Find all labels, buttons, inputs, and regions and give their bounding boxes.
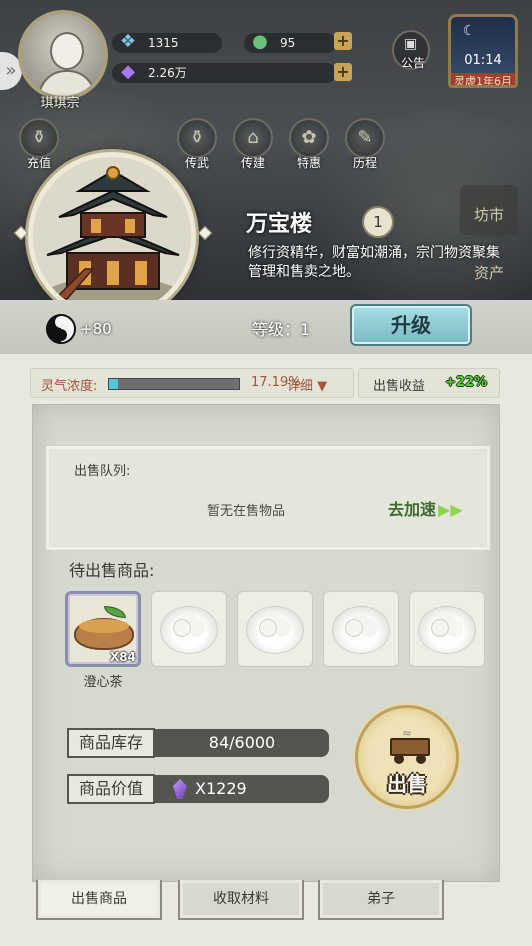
purple-gem-icon bbox=[173, 779, 187, 799]
empty-item-slot[interactable] bbox=[151, 591, 227, 667]
stock-row: 商品库存 84/6000 bbox=[67, 728, 329, 758]
building-level: 等级：1 bbox=[252, 320, 311, 339]
aura-concentration-box: 灵气浓度: 17.19% 详细 ▼ bbox=[30, 368, 354, 398]
item-count: X84 bbox=[110, 650, 136, 664]
building-description: 修行资精华，财富如潮涌，宗门物资聚集管理和售卖之地。 bbox=[248, 245, 500, 280]
clock-time: 01:14 bbox=[464, 53, 502, 68]
tab-disciples[interactable]: 弟子 bbox=[318, 880, 444, 920]
sell-queue-title: 出售队列: bbox=[74, 464, 131, 479]
empty-plate-icon bbox=[246, 606, 304, 654]
sect-avatar[interactable] bbox=[18, 10, 108, 100]
empty-item-slot[interactable] bbox=[409, 591, 485, 667]
speed-up-button[interactable]: 去加速 ▶▶ bbox=[388, 496, 463, 520]
add-jade-coin-button[interactable]: + bbox=[334, 32, 352, 50]
scroll-icon: ✎ bbox=[345, 118, 385, 158]
tab-sell-items[interactable]: 出售商品 bbox=[36, 880, 162, 920]
shortcut-journey[interactable]: ✎ 历程 bbox=[342, 118, 388, 174]
tea-bowl-icon bbox=[74, 604, 134, 650]
shortcut-recharge[interactable]: ⚱ 充值 bbox=[16, 118, 62, 174]
stock-value: 84/6000 bbox=[208, 733, 276, 752]
pending-items-title: 待出售商品: bbox=[69, 561, 155, 580]
jade-coin-icon: ● bbox=[252, 31, 268, 52]
empty-plate-icon bbox=[160, 606, 218, 654]
cart-icon: ≈ bbox=[388, 726, 432, 764]
shortcut-building[interactable]: ⌂ 传建 bbox=[230, 118, 276, 174]
aura-label: 灵气浓度: bbox=[41, 379, 98, 394]
sell-income-bonus: +22% bbox=[445, 375, 488, 390]
shop-panel: 出售队列: 暂无在售物品 去加速 ▶▶ 待出售商品: X84 澄心茶 商品库存 8… bbox=[32, 404, 500, 882]
sell-income-label: 出售收益 bbox=[373, 379, 426, 394]
qi-bonus: +80 bbox=[80, 320, 112, 338]
add-purple-gem-button[interactable]: + bbox=[334, 63, 352, 81]
moon-icon: ☾ bbox=[463, 23, 476, 39]
building-title: 万宝楼 bbox=[246, 212, 313, 237]
gourd-icon: ⚱ bbox=[177, 118, 217, 158]
upgrade-button[interactable]: 升级 bbox=[350, 304, 472, 346]
gourd-icon: ⚱ bbox=[19, 118, 59, 158]
gift-icon: ✿ bbox=[289, 118, 329, 158]
yin-yang-icon bbox=[46, 314, 76, 344]
sell-queue: 出售队列: 暂无在售物品 去加速 ▶▶ bbox=[45, 445, 491, 551]
pagoda-icon bbox=[33, 157, 191, 315]
item-name: 澄心茶 bbox=[83, 675, 123, 690]
resource-spirit-stone: ❖ 1315 bbox=[112, 31, 222, 53]
stock-label: 商品库存 bbox=[67, 728, 155, 758]
sell-button[interactable]: ≈ 出售 bbox=[355, 705, 459, 809]
value-label: 商品价值 bbox=[67, 774, 155, 804]
empty-item-slot[interactable] bbox=[323, 591, 399, 667]
building-portrait bbox=[28, 152, 196, 320]
aura-detail-dropdown[interactable]: 详细 ▼ bbox=[287, 375, 327, 394]
value-amount: X1229 bbox=[195, 779, 247, 798]
empty-item-slot[interactable] bbox=[237, 591, 313, 667]
pavilion-icon: ⌂ bbox=[233, 118, 273, 158]
empty-plate-icon bbox=[418, 606, 476, 654]
spirit-stone-icon: ❖ bbox=[119, 31, 137, 52]
empty-plate-icon bbox=[332, 606, 390, 654]
aura-progress-fill bbox=[109, 379, 119, 389]
tab-collect-materials[interactable]: 收取材料 bbox=[178, 880, 304, 920]
clock-date: 灵虚1年6月 bbox=[451, 73, 515, 85]
resource-purple-gem: ◆ 2.26万 bbox=[112, 61, 336, 83]
shortcut-martial-arts[interactable]: ⚱ 传武 bbox=[174, 118, 220, 174]
aura-progress-bar bbox=[108, 378, 240, 390]
building-level-badge: 1 bbox=[362, 206, 394, 238]
level-row: +80 等级：1 升级 bbox=[0, 300, 532, 354]
double-arrow-icon: ▶▶ bbox=[438, 500, 463, 519]
sect-name: 琪琪宗 bbox=[40, 96, 80, 111]
purple-gem-icon: ◆ bbox=[121, 61, 135, 82]
calendar-clock[interactable]: ☾ 01:14 灵虚1年6月 bbox=[448, 14, 518, 88]
notice-icon: ▣ bbox=[404, 36, 418, 52]
resource-jade-coin: ● 95 bbox=[244, 31, 336, 53]
notice-button[interactable]: ▣ 公告 bbox=[392, 30, 430, 70]
market-button[interactable]: 坊市 bbox=[460, 185, 518, 235]
sell-income-box: 出售收益 +22% bbox=[358, 368, 500, 398]
item-slot[interactable]: X84 bbox=[65, 591, 141, 667]
sell-queue-empty-text: 暂无在售物品 bbox=[206, 504, 285, 519]
value-row: 商品价值 X1229 bbox=[67, 774, 329, 804]
shortcut-special-offer[interactable]: ✿ 特惠 bbox=[286, 118, 332, 174]
